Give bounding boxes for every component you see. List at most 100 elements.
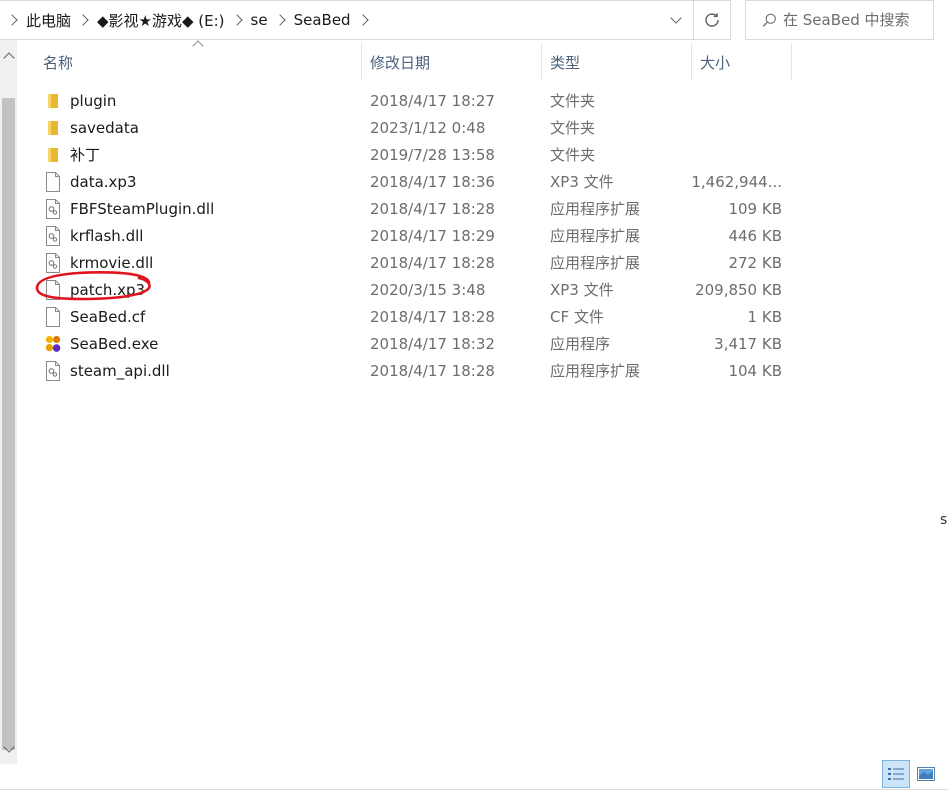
file-name: krflash.dll bbox=[70, 226, 144, 245]
details-view-icon bbox=[888, 768, 904, 780]
file-row[interactable]: steam_api.dll 2018/4/17 18:28 应用程序扩展 104… bbox=[17, 357, 792, 384]
file-row[interactable]: data.xp3 2018/4/17 18:36 XP3 文件 1,462,94… bbox=[17, 168, 792, 195]
file-row[interactable]: krflash.dll 2018/4/17 18:29 应用程序扩展 446 K… bbox=[17, 222, 792, 249]
file-type: 文件夹 bbox=[550, 92, 596, 110]
file-date: 2018/4/17 18:32 bbox=[370, 334, 495, 353]
column-header-label: 类型 bbox=[550, 53, 581, 72]
column-header-size[interactable]: 大小 bbox=[692, 43, 792, 81]
breadcrumb-item-se[interactable]: se bbox=[251, 1, 294, 39]
file-list: plugin 2018/4/17 18:27 文件夹 savedata 2023… bbox=[17, 87, 792, 384]
file-name-cell[interactable]: data.xp3 bbox=[17, 168, 362, 195]
dll-icon bbox=[44, 360, 62, 381]
file-date: 2018/4/17 18:28 bbox=[370, 199, 495, 218]
file-name: SeaBed.cf bbox=[70, 307, 146, 326]
file-name-cell[interactable]: FBFSteamPlugin.dll bbox=[17, 195, 362, 222]
scrollbar-thumb[interactable] bbox=[2, 98, 15, 750]
file-type: 应用程序扩展 bbox=[550, 362, 641, 380]
file-size bbox=[692, 114, 792, 141]
file-date: 2018/4/17 18:29 bbox=[370, 226, 495, 245]
chevron-up-icon bbox=[2, 51, 15, 64]
chevron-right-icon bbox=[6, 14, 18, 26]
breadcrumb-root-chevron[interactable] bbox=[0, 1, 26, 39]
breadcrumb-label: SeaBed bbox=[293, 11, 351, 29]
file-date: 2019/7/28 13:58 bbox=[370, 145, 495, 164]
chevron-right-icon[interactable] bbox=[356, 14, 369, 26]
breadcrumb-label: ◆影视★游戏◆ (E:) bbox=[97, 11, 225, 30]
address-bar[interactable]: 此电脑 ◆影视★游戏◆ (E:) se SeaBed bbox=[0, 0, 694, 40]
dll-icon bbox=[44, 225, 62, 246]
file-name: FBFSteamPlugin.dll bbox=[70, 199, 215, 218]
file-size: 104 KB bbox=[728, 361, 782, 380]
column-header-label: 修改日期 bbox=[370, 53, 431, 72]
file-type: 应用程序扩展 bbox=[550, 200, 641, 218]
file-icon bbox=[44, 306, 62, 327]
large-icons-view-icon bbox=[917, 767, 935, 781]
breadcrumb-item-drive-e[interactable]: ◆影视★游戏◆ (E:) bbox=[97, 1, 251, 39]
file-date: 2020/3/15 3:48 bbox=[370, 280, 486, 299]
address-history-button[interactable] bbox=[659, 1, 693, 39]
chevron-right-icon[interactable] bbox=[77, 14, 89, 26]
file-name: savedata bbox=[70, 118, 139, 137]
scroll-up-button[interactable] bbox=[0, 46, 17, 64]
chevron-right-icon[interactable] bbox=[230, 14, 243, 26]
search-icon bbox=[762, 13, 776, 27]
file-name-cell[interactable]: savedata bbox=[17, 114, 362, 141]
column-header-row: 名称 修改日期 类型 大小 bbox=[17, 40, 792, 81]
column-header-label: 大小 bbox=[700, 53, 731, 72]
file-icon bbox=[44, 171, 62, 192]
breadcrumb-item-this-pc[interactable]: 此电脑 bbox=[26, 1, 97, 39]
file-size: 3,417 KB bbox=[714, 334, 782, 353]
dll-icon bbox=[44, 198, 62, 219]
file-name: steam_api.dll bbox=[70, 361, 170, 380]
file-date: 2018/4/17 18:28 bbox=[370, 253, 495, 272]
search-input[interactable] bbox=[783, 11, 933, 29]
file-name-cell[interactable]: SeaBed.exe bbox=[17, 330, 362, 357]
breadcrumb-item-seabed[interactable]: SeaBed bbox=[294, 1, 377, 39]
file-name-cell[interactable]: plugin bbox=[17, 87, 362, 114]
large-icons-view-button[interactable] bbox=[912, 760, 940, 788]
refresh-icon bbox=[705, 13, 719, 27]
file-name: SeaBed.exe bbox=[70, 334, 159, 353]
file-row[interactable]: FBFSteamPlugin.dll 2018/4/17 18:28 应用程序扩… bbox=[17, 195, 792, 222]
file-size: 446 KB bbox=[728, 226, 782, 245]
details-view-button[interactable] bbox=[882, 760, 910, 788]
file-size: 209,850 KB bbox=[695, 280, 782, 299]
file-row[interactable]: SeaBed.exe 2018/4/17 18:32 应用程序 3,417 KB bbox=[17, 330, 792, 357]
file-type: 应用程序扩展 bbox=[550, 254, 641, 272]
file-row[interactable]: SeaBed.cf 2018/4/17 18:28 CF 文件 1 KB bbox=[17, 303, 792, 330]
column-header-name[interactable]: 名称 bbox=[17, 40, 362, 81]
file-type: XP3 文件 bbox=[550, 281, 614, 299]
status-bar-divider bbox=[0, 789, 948, 790]
file-size bbox=[692, 87, 792, 114]
file-type: 文件夹 bbox=[550, 119, 596, 137]
folder-icon bbox=[44, 145, 62, 165]
search-box[interactable] bbox=[745, 0, 934, 40]
file-row[interactable]: savedata 2023/1/12 0:48 文件夹 bbox=[17, 114, 792, 141]
exe-icon bbox=[44, 334, 62, 354]
file-name-cell[interactable]: 补丁 bbox=[17, 141, 362, 168]
file-name-cell[interactable]: SeaBed.cf bbox=[17, 303, 362, 330]
chevron-down-icon bbox=[670, 11, 682, 24]
file-name-cell[interactable]: steam_api.dll bbox=[17, 357, 362, 384]
column-header-label: 名称 bbox=[43, 53, 74, 72]
sort-ascending-icon bbox=[192, 40, 204, 52]
scroll-down-button[interactable] bbox=[0, 740, 17, 758]
file-name-cell[interactable]: krflash.dll bbox=[17, 222, 362, 249]
file-name: plugin bbox=[70, 91, 117, 110]
file-size: 1 KB bbox=[747, 307, 782, 326]
column-header-type[interactable]: 类型 bbox=[542, 43, 692, 81]
file-row[interactable]: 补丁 2019/7/28 13:58 文件夹 bbox=[17, 141, 792, 168]
red-circle-annotation bbox=[35, 270, 151, 301]
folder-icon bbox=[44, 118, 62, 138]
chevron-down-icon bbox=[2, 740, 15, 753]
file-type: CF 文件 bbox=[550, 308, 604, 326]
file-row[interactable]: plugin 2018/4/17 18:27 文件夹 bbox=[17, 87, 792, 114]
vertical-scrollbar[interactable] bbox=[0, 40, 17, 764]
edge-glyph: s bbox=[940, 512, 948, 528]
file-date: 2018/4/17 18:27 bbox=[370, 91, 495, 110]
file-name: 补丁 bbox=[70, 146, 101, 164]
refresh-button[interactable] bbox=[694, 0, 731, 40]
column-header-date[interactable]: 修改日期 bbox=[362, 43, 542, 81]
chevron-right-icon[interactable] bbox=[273, 14, 286, 26]
file-size bbox=[692, 141, 792, 168]
